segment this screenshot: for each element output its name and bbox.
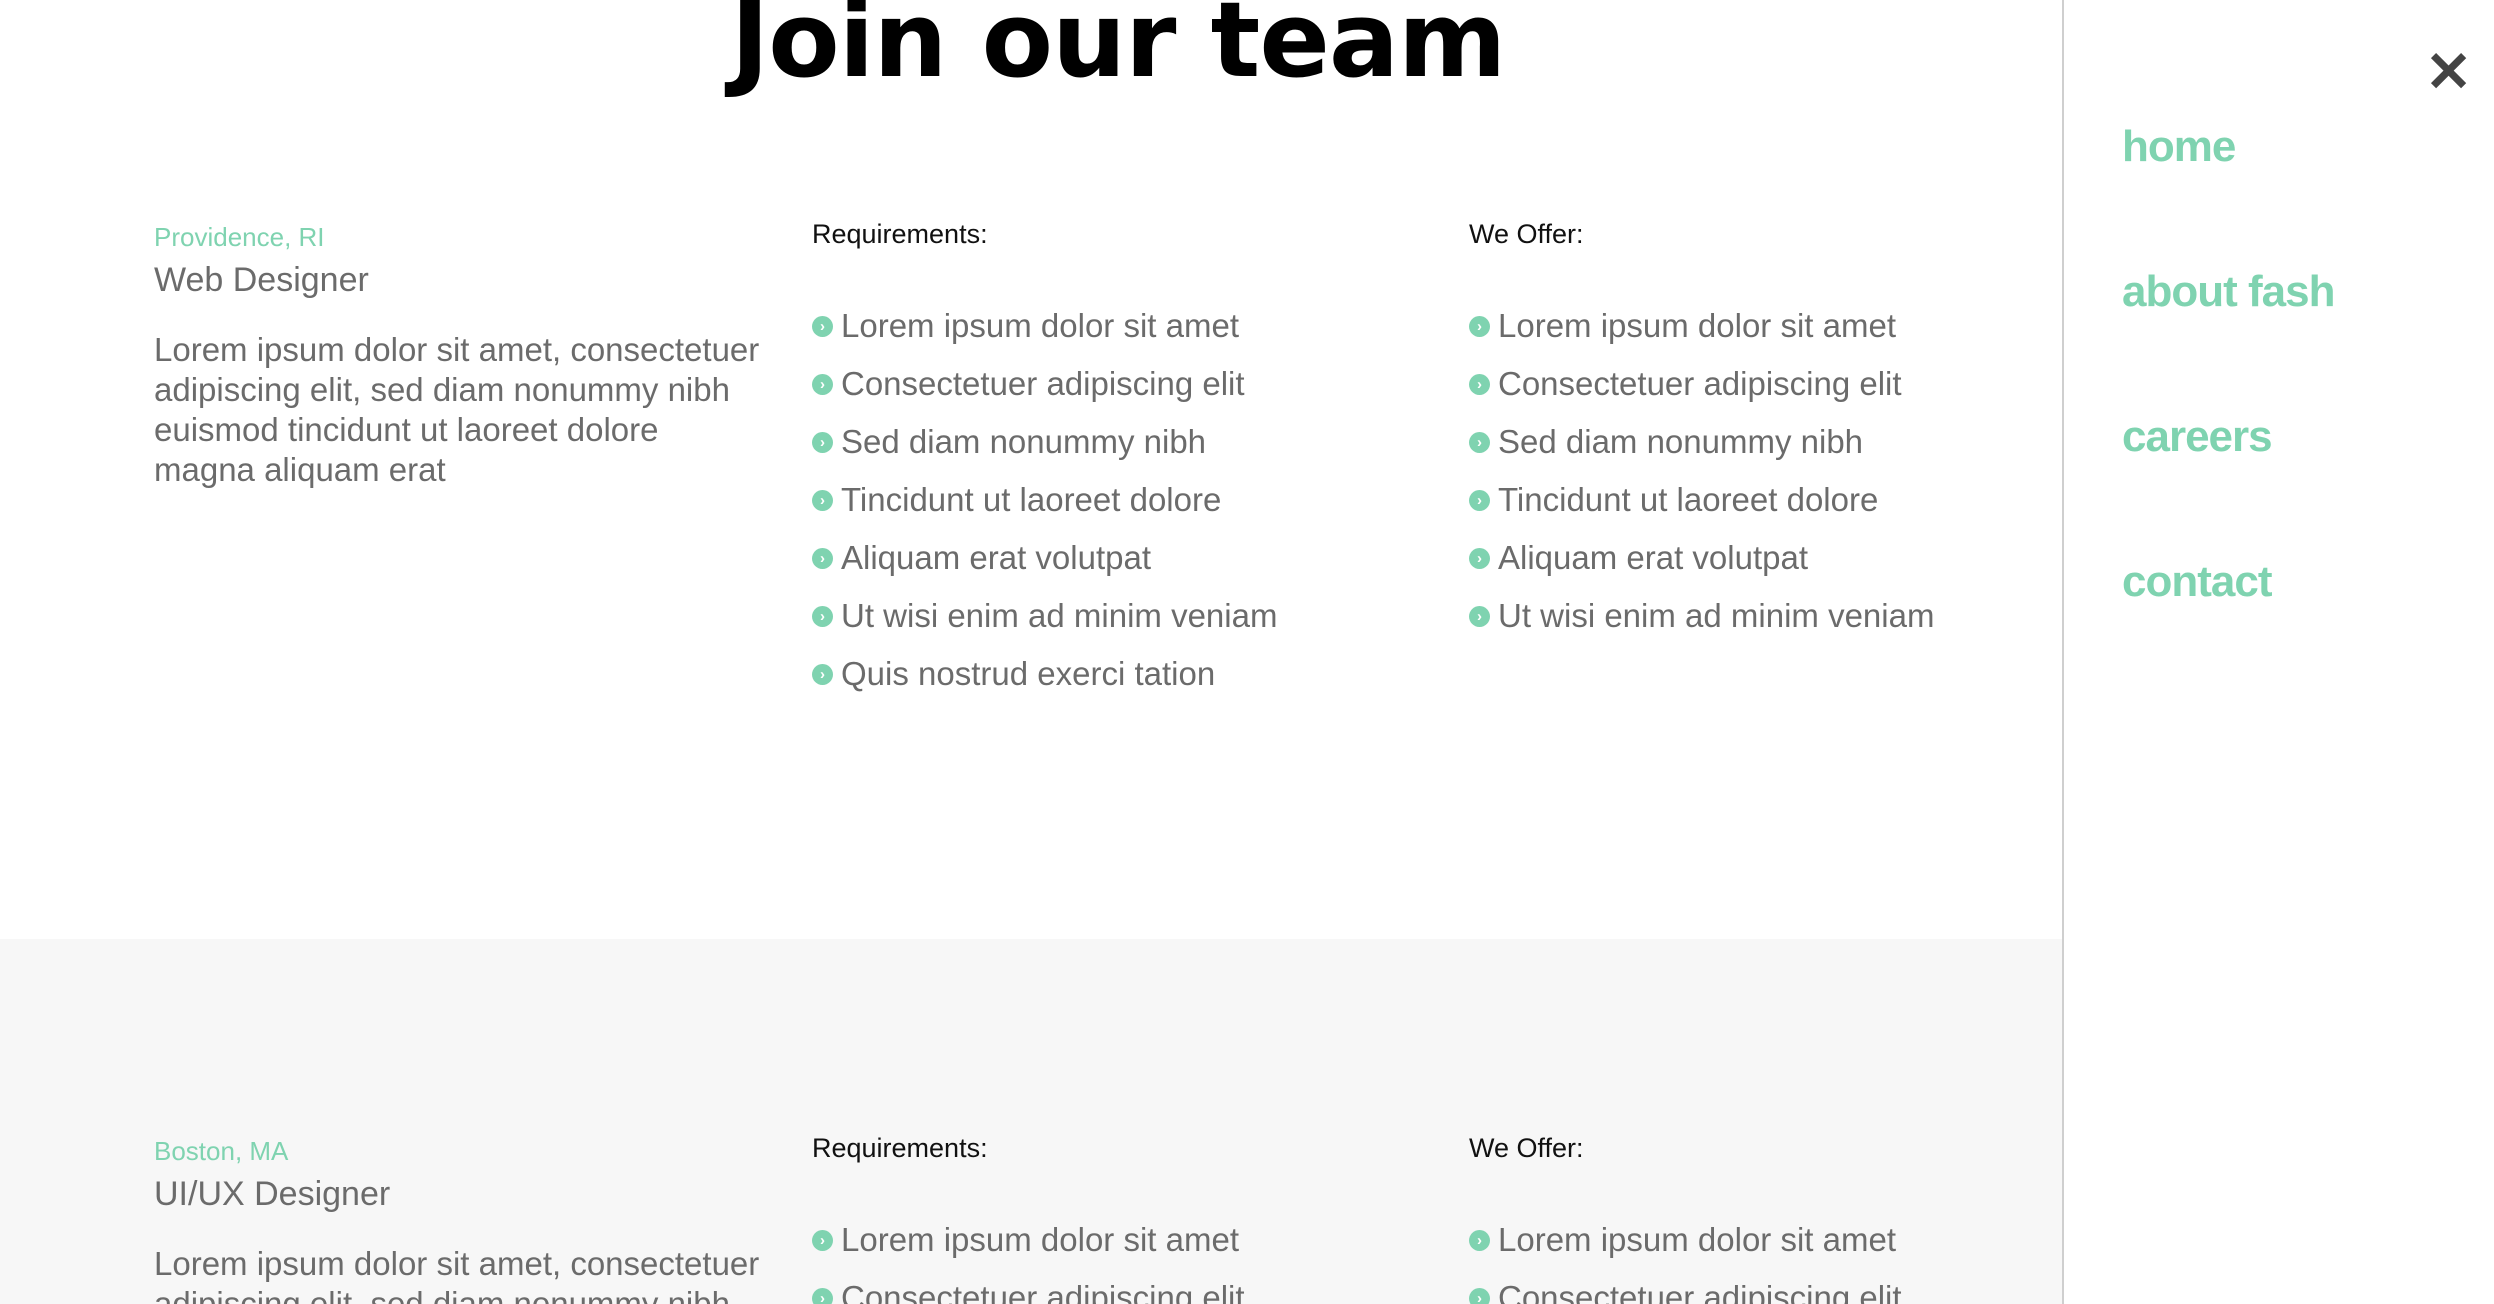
side-navigation: ✕ home about fash careers contact xyxy=(2062,0,2494,1304)
job-summary: Boston, MA UI/UX Designer Lorem ipsum do… xyxy=(154,1134,764,1304)
arrow-circle-icon: › xyxy=(1469,1229,1490,1251)
list-item-text: Consectetuer adipiscing elit xyxy=(841,1279,1245,1304)
offer-column: We Offer: › Lorem ipsum dolor sit amet › Co… xyxy=(1469,1131,2029,1304)
list-item-text: Lorem ipsum dolor sit amet xyxy=(1498,307,1896,344)
list-item-text: Tincidunt ut laoreet dolore xyxy=(1498,481,1879,518)
job-description: Lorem ipsum dolor sit amet, consectetuer… xyxy=(154,331,760,488)
page-title: Join our team xyxy=(730,0,1507,101)
job-listing: Providence, RI Web Designer Lorem ipsum … xyxy=(0,0,2062,939)
list-item-text: Sed diam nonummy nibh xyxy=(841,423,1207,460)
nav-item-contact: contact xyxy=(2122,557,2334,702)
job-location: Boston, MA xyxy=(154,1136,289,1166)
offer-heading: We Offer: xyxy=(1469,219,1584,249)
offer-column: We Offer: › Lorem ipsum dolor sit amet › Co… xyxy=(1469,217,2029,645)
arrow-circle-icon: › xyxy=(812,431,833,453)
nav-link-careers[interactable]: careers xyxy=(2122,412,2273,461)
list-item-text: Tincidunt ut laoreet dolore xyxy=(841,481,1222,518)
arrow-circle-icon: › xyxy=(1469,605,1490,627)
job-listing: Boston, MA UI/UX Designer Lorem ipsum do… xyxy=(0,939,2062,1304)
job-title: Web Designer xyxy=(154,261,369,299)
arrow-circle-icon: › xyxy=(1469,1287,1490,1304)
arrow-circle-icon: › xyxy=(1469,373,1490,395)
list-item-text: Ut wisi enim ad minim veniam xyxy=(841,597,1278,634)
arrow-circle-icon: › xyxy=(812,1229,833,1251)
list-item-text: Aliquam erat volutpat xyxy=(1498,539,1809,576)
list-item-text: Quis nostrud exerci tation xyxy=(841,655,1216,692)
list-item: › Aliquam erat volutpat xyxy=(812,529,1412,587)
list-item: › Lorem ipsum dolor sit amet xyxy=(1469,297,2029,355)
offer-list: › Lorem ipsum dolor sit amet › Consectetuer… xyxy=(1469,1211,2029,1304)
arrow-circle-icon: › xyxy=(1469,315,1490,337)
list-item: › Consectetuer adipiscing elit xyxy=(812,1269,1412,1304)
list-item: › Sed diam nonummy nibh xyxy=(812,413,1412,471)
list-item: › Lorem ipsum dolor sit amet xyxy=(1469,1211,2029,1269)
arrow-circle-icon: › xyxy=(812,489,833,511)
list-item: › Lorem ipsum dolor sit amet xyxy=(812,1211,1412,1269)
list-item-text: Consectetuer adipiscing elit xyxy=(1498,1279,1902,1304)
arrow-circle-icon: › xyxy=(812,1287,833,1304)
list-item: › Sed diam nonummy nibh xyxy=(1469,413,2029,471)
main-content: Providence, RI Web Designer Lorem ipsum … xyxy=(0,0,2062,1304)
list-item: › Consectetuer adipiscing elit xyxy=(1469,355,2029,413)
list-item: › Lorem ipsum dolor sit amet xyxy=(812,297,1412,355)
close-icon[interactable]: ✕ xyxy=(2425,42,2472,102)
nav-link-home[interactable]: home xyxy=(2122,122,2236,171)
requirements-heading: Requirements: xyxy=(812,219,988,249)
arrow-circle-icon: › xyxy=(1469,431,1490,453)
job-summary: Providence, RI Web Designer Lorem ipsum … xyxy=(154,220,764,490)
nav-item-home: home xyxy=(2122,122,2334,267)
arrow-circle-icon: › xyxy=(812,315,833,337)
list-item: › Tincidunt ut laoreet dolore xyxy=(1469,471,2029,529)
list-item-text: Lorem ipsum dolor sit amet xyxy=(841,307,1239,344)
list-item: › Ut wisi enim ad minim veniam xyxy=(1469,587,2029,645)
list-item: › Aliquam erat volutpat xyxy=(1469,529,2029,587)
arrow-circle-icon: › xyxy=(812,663,833,685)
arrow-circle-icon: › xyxy=(812,605,833,627)
list-item-text: Lorem ipsum dolor sit amet xyxy=(1498,1221,1896,1258)
list-item: › Quis nostrud exerci tation xyxy=(812,645,1412,703)
requirements-list: › Lorem ipsum dolor sit amet › Consectetuer… xyxy=(812,297,1412,703)
offer-heading: We Offer: xyxy=(1469,1133,1584,1163)
arrow-circle-icon: › xyxy=(1469,547,1490,569)
list-item-text: Consectetuer adipiscing elit xyxy=(1498,365,1902,402)
list-item-text: Sed diam nonummy nibh xyxy=(1498,423,1864,460)
job-title: UI/UX Designer xyxy=(154,1175,391,1213)
requirements-column: Requirements: › Lorem ipsum dolor sit ame… xyxy=(812,217,1412,703)
job-description: Lorem ipsum dolor sit amet, consectetuer… xyxy=(154,1245,760,1304)
requirements-heading: Requirements: xyxy=(812,1133,988,1163)
list-item-text: Consectetuer adipiscing elit xyxy=(841,365,1245,402)
list-item-text: Lorem ipsum dolor sit amet xyxy=(841,1221,1239,1258)
requirements-column: Requirements: › Lorem ipsum dolor sit ame… xyxy=(812,1131,1412,1304)
arrow-circle-icon: › xyxy=(812,547,833,569)
nav-item-careers: careers xyxy=(2122,412,2334,557)
list-item: › Consectetuer adipiscing elit xyxy=(812,355,1412,413)
list-item: › Tincidunt ut laoreet dolore xyxy=(812,471,1412,529)
list-item-text: Aliquam erat volutpat xyxy=(841,539,1152,576)
arrow-circle-icon: › xyxy=(812,373,833,395)
list-item-text: Ut wisi enim ad minim veniam xyxy=(1498,597,1935,634)
arrow-circle-icon: › xyxy=(1469,489,1490,511)
requirements-list: › Lorem ipsum dolor sit amet › Consectetuer… xyxy=(812,1211,1412,1304)
nav-link-contact[interactable]: contact xyxy=(2122,557,2272,606)
job-location: Providence, RI xyxy=(154,222,325,252)
list-item: › Consectetuer adipiscing elit xyxy=(1469,1269,2029,1304)
offer-list: › Lorem ipsum dolor sit amet › Consectetuer… xyxy=(1469,297,2029,645)
nav-item-about: about fash xyxy=(2122,267,2335,412)
nav-menu: home about fash careers contact xyxy=(2122,122,2335,702)
nav-link-about[interactable]: about fash xyxy=(2122,267,2335,316)
list-item: › Ut wisi enim ad minim veniam xyxy=(812,587,1412,645)
